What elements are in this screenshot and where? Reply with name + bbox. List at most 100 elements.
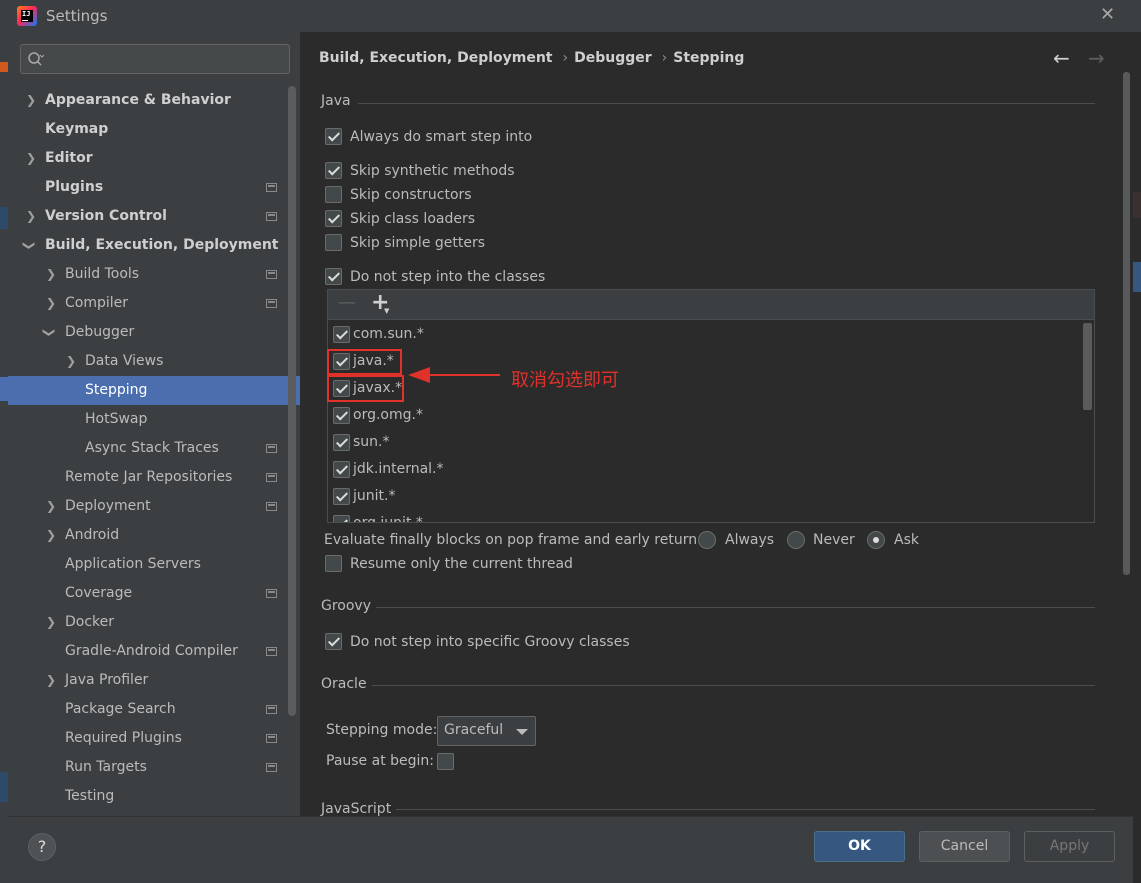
chevron-down-icon: ❯ — [22, 240, 37, 251]
radio-ask-label[interactable]: Ask — [894, 530, 919, 550]
apply-button[interactable]: Apply — [1024, 831, 1115, 862]
sidebar-item-coverage[interactable]: Coverage — [8, 579, 300, 608]
section-divider — [396, 809, 1095, 810]
sidebar-item-version-control[interactable]: ❯ Version Control — [8, 202, 300, 231]
project-settings-icon — [266, 734, 277, 743]
help-button[interactable]: ? — [28, 833, 56, 861]
sidebar-item-package-search[interactable]: Package Search — [8, 695, 300, 724]
sidebar-item-android[interactable]: ❯ Android — [8, 521, 300, 550]
radio-always[interactable] — [698, 531, 716, 549]
checkbox-checked[interactable] — [333, 326, 350, 343]
sidebar-item-application-servers[interactable]: Application Servers — [8, 550, 300, 579]
checkbox-checked[interactable] — [325, 162, 342, 179]
search-input[interactable] — [20, 44, 290, 74]
chevron-right-icon: ❯ — [46, 296, 57, 310]
sidebar-item-keymap[interactable]: Keymap — [8, 115, 300, 144]
project-settings-icon — [266, 299, 277, 308]
sidebar-item-stepping[interactable]: Stepping — [8, 376, 300, 405]
section-oracle: Oracle — [321, 676, 367, 692]
checkbox-checked[interactable] — [333, 434, 350, 451]
background-ide-edge-right — [1133, 32, 1141, 883]
radio-never[interactable] — [787, 531, 805, 549]
chevron-down-icon: ❯ — [42, 327, 57, 338]
sidebar-item-required-plugins[interactable]: Required Plugins — [8, 724, 300, 753]
sidebar-item-async-stack-traces[interactable]: Async Stack Traces — [8, 434, 300, 463]
section-divider — [376, 607, 1095, 608]
window-title: Settings — [46, 7, 108, 25]
sidebar-item-gradle-android-compiler[interactable]: Gradle-Android Compiler — [8, 637, 300, 666]
list-item[interactable]: org.omg.* — [328, 402, 1080, 429]
sidebar-item-run-targets[interactable]: Run Targets — [8, 753, 300, 782]
sidebar-item-debugger[interactable]: ❯ Debugger — [8, 318, 300, 347]
radio-never-label[interactable]: Never — [813, 530, 855, 550]
project-settings-icon — [266, 270, 277, 279]
radio-ask[interactable] — [867, 531, 885, 549]
sidebar-item-hotswap[interactable]: HotSwap — [8, 405, 300, 434]
sidebar-item-build-tools[interactable]: ❯ Build Tools — [8, 260, 300, 289]
checkbox-checked[interactable] — [333, 488, 350, 505]
sidebar-item-testing[interactable]: Testing — [8, 782, 300, 811]
sidebar-item-java-profiler[interactable]: ❯ Java Profiler — [8, 666, 300, 695]
sidebar-item-data-views[interactable]: ❯ Data Views — [8, 347, 300, 376]
cancel-button[interactable]: Cancel — [919, 831, 1010, 862]
section-javascript: JavaScript — [321, 801, 392, 817]
settings-tree: ❯ Appearance & Behavior Keymap ❯ Editor … — [8, 86, 300, 811]
breadcrumb: Build, Execution, Deployment › Debugger › St… — [319, 50, 744, 66]
back-arrow-icon[interactable]: ← — [1053, 46, 1070, 70]
project-settings-icon — [266, 444, 277, 453]
close-icon[interactable]: ✕ — [1100, 4, 1115, 25]
checkbox-unchecked[interactable] — [325, 555, 342, 572]
project-settings-icon — [266, 473, 277, 482]
chevron-down-icon — [516, 729, 528, 735]
list-item[interactable]: sun.* — [328, 429, 1080, 456]
sidebar-item-remote-jar-repositories[interactable]: Remote Jar Repositories — [8, 463, 300, 492]
checkbox-checked[interactable] — [325, 268, 342, 285]
sidebar-item-editor[interactable]: ❯ Editor — [8, 144, 300, 173]
project-settings-icon — [266, 183, 277, 192]
sidebar-item-deployment[interactable]: ❯ Deployment — [8, 492, 300, 521]
list-item[interactable]: junit.* — [328, 483, 1080, 510]
sidebar-item-build-execution-deployment[interactable]: ❯ Build, Execution, Deployment — [8, 231, 300, 260]
sidebar-scrollbar[interactable] — [288, 86, 296, 716]
list-item[interactable]: com.sun.* — [328, 321, 1080, 348]
dropdown-caret-icon: ▼ — [384, 307, 390, 315]
checkbox-unchecked[interactable] — [325, 186, 342, 203]
chevron-right-icon: ❯ — [26, 151, 37, 165]
forward-arrow-icon[interactable]: → — [1088, 46, 1105, 70]
breadcrumb-item[interactable]: Build, Execution, Deployment — [319, 50, 553, 66]
content-scrollbar[interactable] — [1123, 72, 1130, 575]
radio-always-label[interactable]: Always — [725, 530, 774, 550]
checkbox-unchecked[interactable] — [325, 234, 342, 251]
title-bar: IJ Settings ✕ — [0, 0, 1141, 32]
sidebar-item-compiler[interactable]: ❯ Compiler — [8, 289, 300, 318]
class-filter-items: com.sun.* java.* javax.* org.omg.* sun.*… — [328, 321, 1080, 522]
checkbox-checked[interactable] — [333, 515, 350, 522]
list-scrollbar[interactable] — [1083, 323, 1092, 410]
section-divider — [372, 685, 1095, 686]
list-item[interactable]: org.junit.* — [328, 510, 1080, 522]
checkbox-unchecked[interactable] — [437, 753, 454, 770]
remove-icon[interactable]: — — [338, 292, 356, 313]
checkbox-checked[interactable] — [333, 407, 350, 424]
sidebar-item-docker[interactable]: ❯ Docker — [8, 608, 300, 637]
chevron-right-icon: ❯ — [66, 354, 77, 368]
stepping-mode-label: Stepping mode: — [326, 722, 438, 738]
ok-button[interactable]: OK — [814, 831, 905, 862]
highlight-javax-filter — [327, 375, 404, 402]
annotation-arrow-icon — [408, 367, 500, 383]
checkbox-checked[interactable] — [325, 128, 342, 145]
chevron-right-icon: ❯ — [26, 93, 37, 107]
chevron-right-icon: ❯ — [46, 499, 57, 513]
sidebar-item-plugins[interactable]: Plugins — [8, 173, 300, 202]
sidebar-item-appearance-behavior[interactable]: ❯ Appearance & Behavior — [8, 86, 300, 115]
breadcrumb-item[interactable]: Debugger — [574, 50, 652, 66]
checkbox-checked[interactable] — [333, 461, 350, 478]
checkbox-checked[interactable] — [325, 633, 342, 650]
highlight-java-filter — [327, 349, 402, 375]
section-divider — [358, 103, 1095, 104]
chevron-right-icon: ❯ — [46, 673, 57, 687]
pause-at-begin-checkbox[interactable] — [437, 752, 457, 772]
stepping-mode-select[interactable]: Graceful — [437, 716, 536, 746]
list-item[interactable]: jdk.internal.* — [328, 456, 1080, 483]
checkbox-checked[interactable] — [325, 210, 342, 227]
